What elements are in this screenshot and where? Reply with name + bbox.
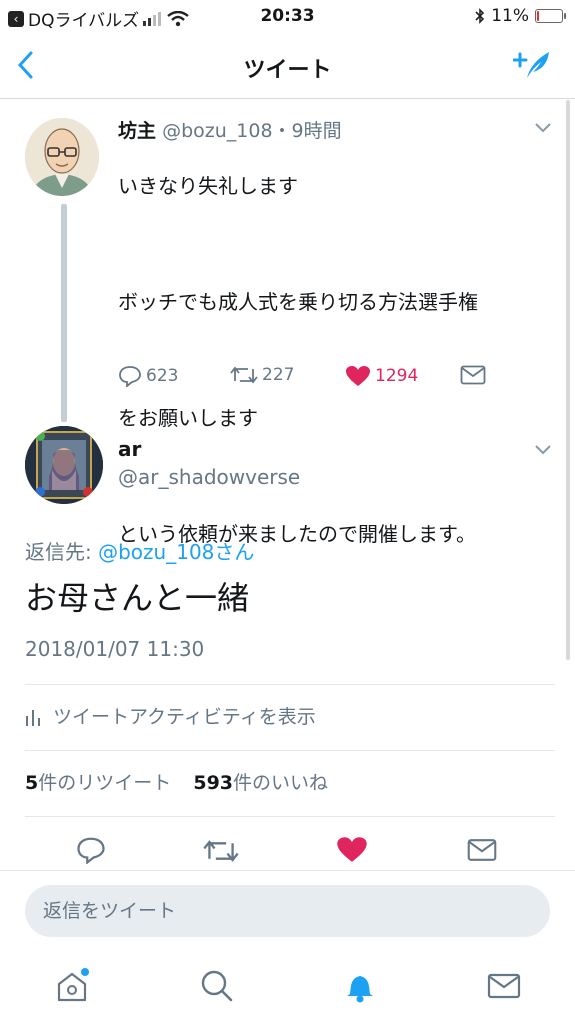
scrollbar[interactable] [566,100,570,660]
main-tweet-actions [0,832,575,872]
author-name[interactable]: ar [118,437,141,461]
thread-connector [61,204,67,422]
like-action[interactable]: 1294 [345,365,418,387]
status-bar: ‹ DQライバルズ 20:33 11% [0,0,575,34]
reply-icon [119,366,141,387]
avatar[interactable] [25,118,99,196]
retweet-action[interactable]: 227 [230,365,294,385]
compose-tweet-icon[interactable] [513,48,553,82]
chevron-down-icon[interactable] [534,444,552,456]
mail-icon [460,365,486,385]
like-count: 1294 [375,366,419,386]
chevron-down-icon[interactable] [534,122,552,134]
tweet-line: ボッチでも成人式を乗り切る方法選手権 [118,290,478,314]
home-icon[interactable] [54,968,90,1004]
page-title: ツイート [243,58,332,83]
notifications-bell-icon[interactable] [342,968,378,1004]
tab-bar [0,950,575,1024]
author-name[interactable]: 坊主 [118,120,156,142]
author-handle-time: @bozu_108・9時間 [162,120,342,142]
avatar[interactable] [25,426,103,504]
retweet-icon [230,366,258,384]
dm-action[interactable] [460,365,486,385]
reply-input[interactable]: 返信をツイート [25,885,550,937]
reply-to-link[interactable]: @bozu_108さん [98,540,254,564]
mail-icon[interactable] [467,838,497,862]
reply-icon[interactable] [76,836,106,864]
retweet-stat[interactable]: 5件のリツイート [25,772,171,794]
divider [25,684,555,685]
reply-to-line: 返信先: @bozu_108さん [25,536,254,565]
battery-percent: 11% [491,6,529,26]
tweet-line: いきなり失礼します [118,174,298,198]
analytics-icon [26,709,40,726]
heart-icon [346,366,370,386]
tweet-activity-label: ツイートアクティビティを表示 [53,706,316,728]
author-handle[interactable]: @ar_shadowverse [118,465,300,489]
tweet-stats: 5件のリツイート 593件のいいね [25,768,328,795]
divider [25,816,555,817]
thread-tweet-actions: 623 227 1294 [118,365,498,393]
retweet-stat-count: 5 [25,772,39,794]
messages-icon[interactable] [486,968,522,1004]
nav-bar: ツイート [0,34,575,99]
divider [25,750,555,751]
battery-icon [535,9,566,23]
retweet-count: 227 [262,365,295,385]
like-stat-label: 件のいいね [233,772,329,794]
retweet-icon[interactable] [203,838,239,864]
search-icon[interactable] [199,968,235,1004]
like-stat[interactable]: 593件のいいね [193,772,328,794]
tweet-line: をお願いします [118,406,258,430]
bluetooth-icon [475,8,485,24]
like-stat-count: 593 [193,772,234,794]
tweet-timestamp: 2018/01/07 11:30 [25,637,205,661]
reply-count: 623 [146,366,179,386]
reply-action[interactable]: 623 [118,365,178,387]
tweet-activity-link[interactable]: ツイートアクティビティを表示 [25,702,316,729]
retweet-stat-label: 件のリツイート [38,772,172,794]
reply-bar: 返信をツイート [0,870,575,951]
main-tweet-text: お母さんと一緒 [25,579,250,617]
status-right: 11% [475,6,566,26]
reply-to-prefix: 返信先: [25,540,99,564]
heart-icon[interactable] [336,836,368,863]
thread-tweet-header: 坊主 @bozu_108・9時間 [118,116,342,143]
thread-tweet-text: いきなり失礼します ボッチでも成人式を乗り切る方法選手権 をお願いします という… [118,143,558,578]
